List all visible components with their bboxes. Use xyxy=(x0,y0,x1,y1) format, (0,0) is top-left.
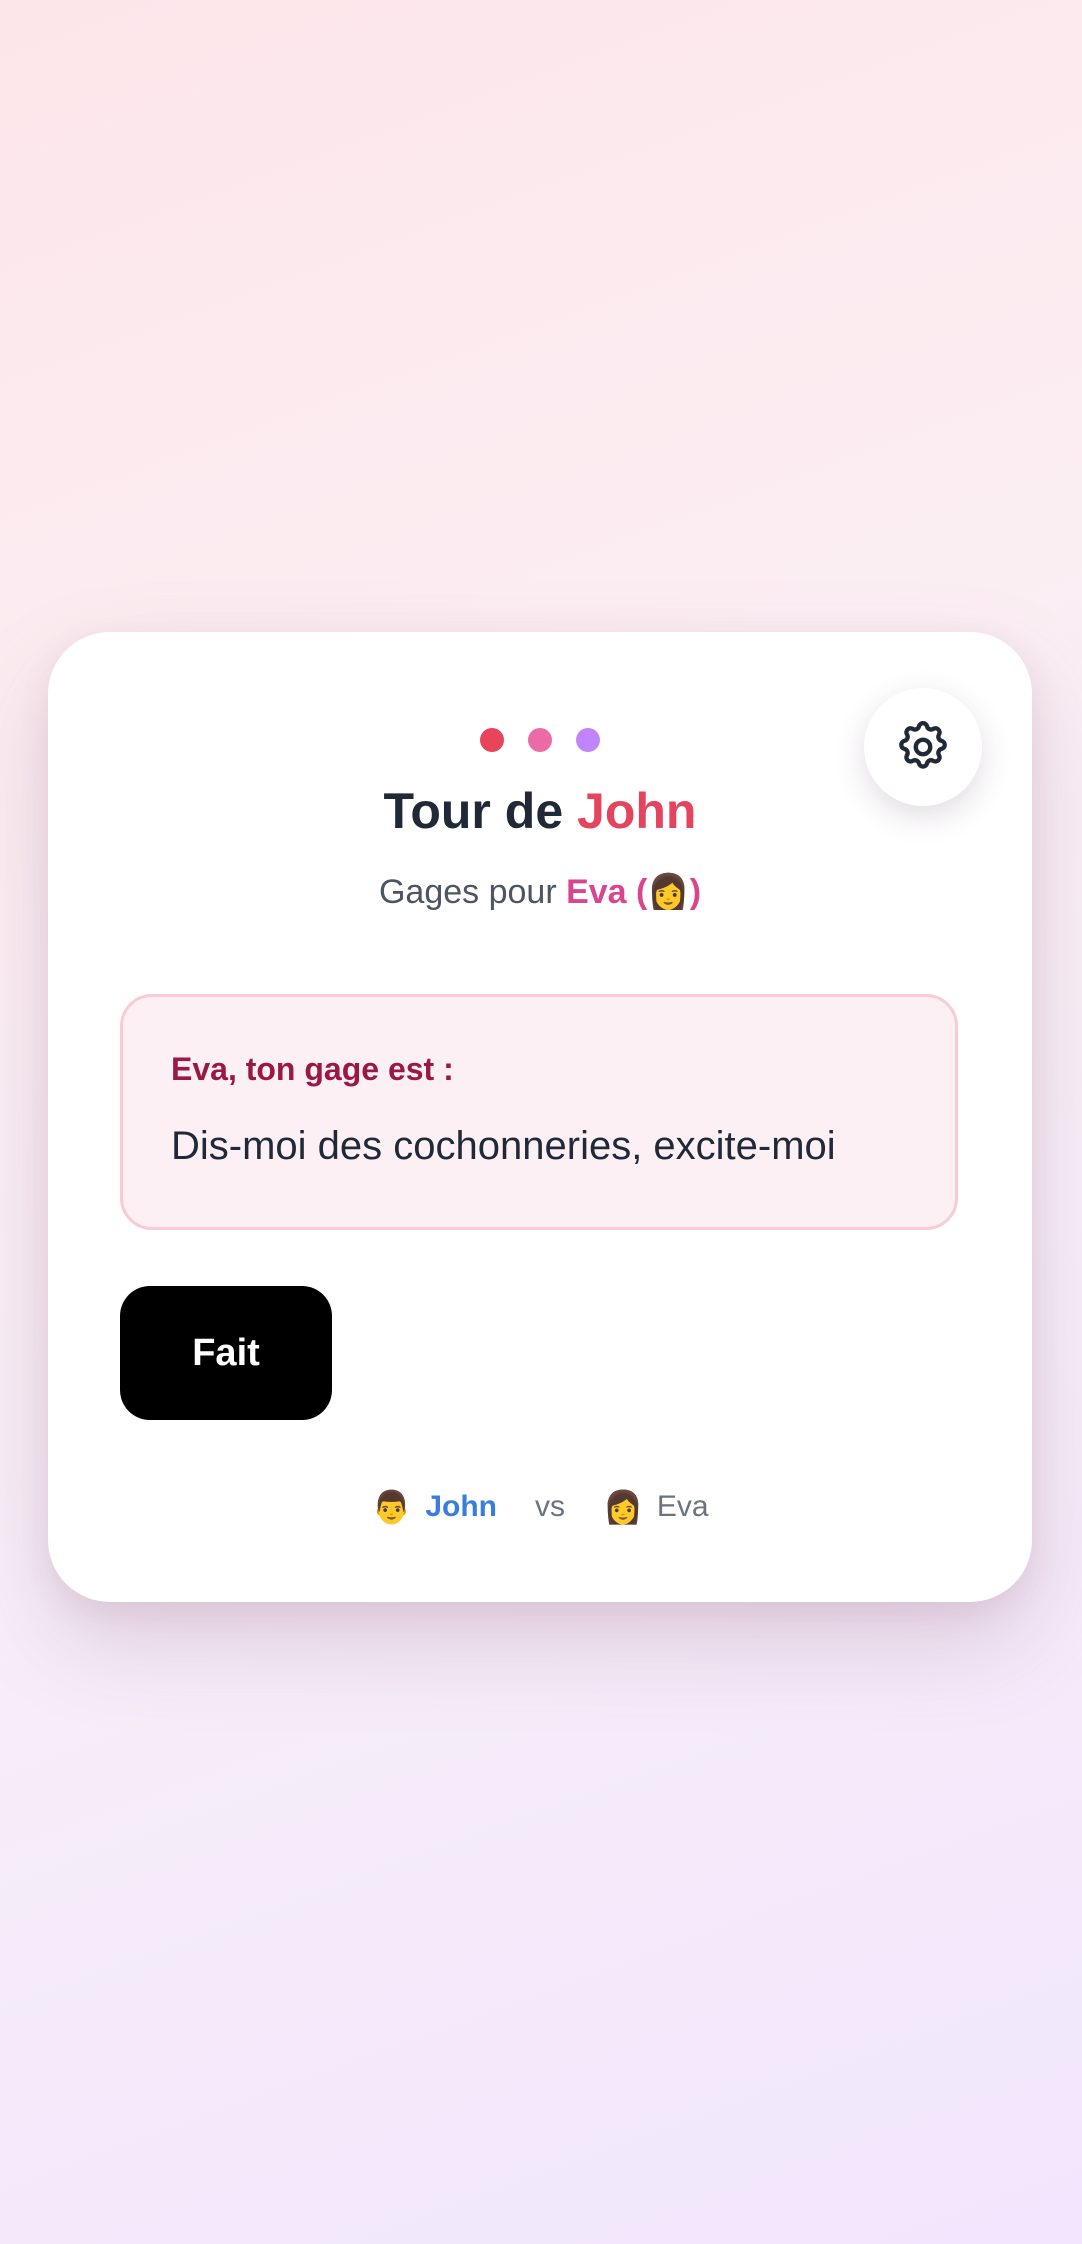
gear-icon xyxy=(899,720,947,769)
subtitle-prefix: Gages pour xyxy=(378,873,567,911)
done-button[interactable]: Fait xyxy=(120,1286,332,1420)
page-subtitle: Gages pour Eva (👩) xyxy=(48,872,1032,912)
player1-name: John xyxy=(425,1490,497,1523)
players-bar: 👨 John vs 👩 Eva xyxy=(48,1488,1032,1526)
gage-box: Eva, ton gage est : Dis-moi des cochonne… xyxy=(120,994,958,1230)
title-prefix: Tour de xyxy=(383,783,578,839)
versus-label: vs xyxy=(534,1490,565,1523)
page-title: Tour de John xyxy=(48,782,1032,840)
dot-pink xyxy=(528,728,552,752)
player1-avatar: 👨 xyxy=(371,1489,412,1525)
player2-name: Eva xyxy=(656,1490,709,1523)
player2-avatar: 👩 xyxy=(602,1489,643,1525)
gage-text: Dis-moi des cochonneries, excite-moi xyxy=(171,1124,836,1168)
dot-red xyxy=(480,728,504,752)
game-card: Tour de John Gages pour Eva (👩) Eva, ton… xyxy=(48,632,1032,1602)
gage-label: Eva, ton gage est : xyxy=(171,1051,454,1087)
subtitle-target: Eva (👩) xyxy=(566,873,702,911)
title-player-name: John xyxy=(577,783,697,839)
dot-purple xyxy=(576,728,600,752)
